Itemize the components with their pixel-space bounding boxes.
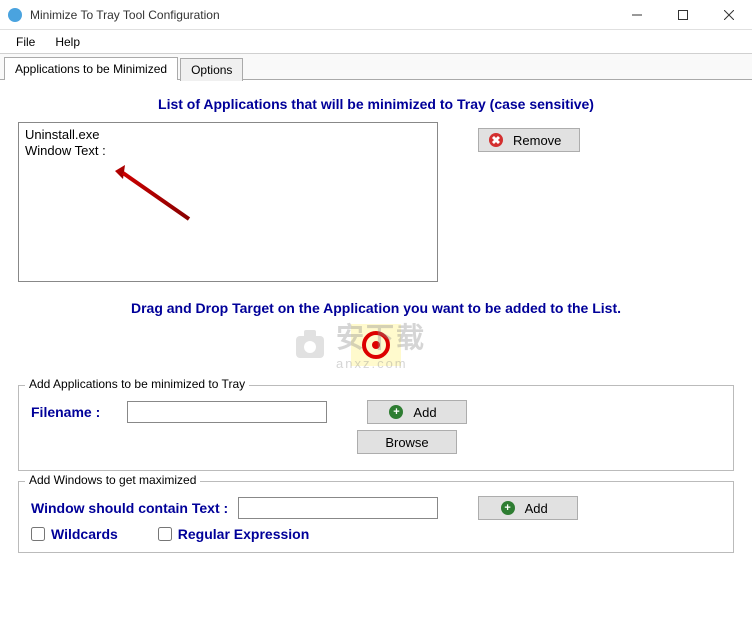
menu-file[interactable]: File [6,33,45,51]
target-icon [361,330,391,360]
add-icon: + [389,405,403,419]
filename-label: Filename : [31,404,117,420]
window-title: Minimize To Tray Tool Configuration [30,8,614,22]
regex-label: Regular Expression [178,526,310,542]
wildcards-label: Wildcards [51,526,118,542]
tab-strip: Applications to be Minimized Options [0,54,752,80]
tab-content: List of Applications that will be minimi… [0,80,752,569]
group-add-applications: Add Applications to be minimized to Tray… [18,385,734,471]
add-app-label: Add [413,405,436,420]
add-window-button[interactable]: + Add [478,496,578,520]
add-app-button[interactable]: + Add [367,400,467,424]
group-maximize-windows: Add Windows to get maximized Window shou… [18,481,734,553]
browse-button[interactable]: Browse [357,430,457,454]
window-controls [614,0,752,30]
tab-applications[interactable]: Applications to be Minimized [4,57,178,80]
browse-label: Browse [385,435,428,450]
window-text-input[interactable] [238,497,438,519]
menubar: File Help [0,30,752,54]
filename-input[interactable] [127,401,327,423]
remove-icon: ✖ [489,133,503,147]
list-item[interactable]: Window Text : [25,143,431,159]
add-icon: + [501,501,515,515]
list-item[interactable]: Uninstall.exe [25,127,431,143]
remove-button[interactable]: ✖ Remove [478,128,580,152]
regex-checkbox[interactable] [158,527,172,541]
app-icon [8,8,22,22]
minimize-button[interactable] [614,0,660,30]
drag-target[interactable] [351,324,401,366]
wildcards-checkbox-wrap[interactable]: Wildcards [31,526,118,542]
add-window-label: Add [525,501,548,516]
menu-help[interactable]: Help [45,33,90,51]
group-add-title: Add Applications to be minimized to Tray [25,377,249,391]
list-title: List of Applications that will be minimi… [18,96,734,112]
wintext-label: Window should contain Text : [31,500,228,516]
remove-label: Remove [513,133,561,148]
close-button[interactable] [706,0,752,30]
drag-instruction: Drag and Drop Target on the Application … [18,300,734,316]
group-max-title: Add Windows to get maximized [25,473,200,487]
wildcards-checkbox[interactable] [31,527,45,541]
arrow-annotation [109,159,199,229]
maximize-button[interactable] [660,0,706,30]
tab-options[interactable]: Options [180,58,243,81]
regex-checkbox-wrap[interactable]: Regular Expression [158,526,310,542]
applications-listbox[interactable]: Uninstall.exe Window Text : [18,122,438,282]
titlebar: Minimize To Tray Tool Configuration [0,0,752,30]
